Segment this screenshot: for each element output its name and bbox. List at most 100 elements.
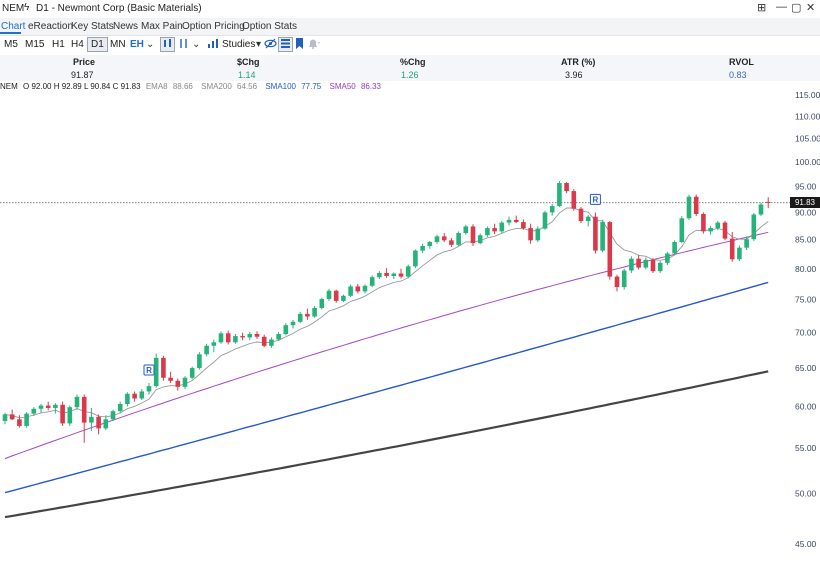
- layout-icon[interactable]: [278, 37, 293, 52]
- candle-body: [672, 242, 677, 254]
- timeframe-h4-button[interactable]: H4: [68, 38, 87, 51]
- candle-body: [434, 236, 440, 243]
- event-marker-label: R: [593, 195, 599, 204]
- candle-body: [74, 396, 80, 408]
- candle-body: [657, 262, 663, 272]
- candle-body: [398, 273, 404, 277]
- pct-chg-value: 1.26: [401, 70, 419, 80]
- candle-body: [362, 285, 368, 292]
- candle-body: [593, 216, 598, 251]
- y-axis-tick-label: 55.00: [795, 443, 817, 453]
- bookmark-icon[interactable]: [295, 38, 304, 51]
- candle-body: [139, 391, 145, 399]
- close-button[interactable]: ✕: [806, 1, 815, 14]
- candle-body: [708, 228, 713, 232]
- candle-body: [312, 307, 317, 317]
- candle-body: [456, 233, 461, 245]
- candle-body: [715, 222, 721, 229]
- extended-hours-button[interactable]: EH: [127, 38, 147, 51]
- rvol-header: RVOL: [729, 57, 754, 67]
- candle-body: [535, 228, 541, 241]
- legend-sma50-value: 86.33: [360, 82, 381, 91]
- candle-body: [326, 290, 332, 299]
- tab-option-stats[interactable]: Option Stats: [242, 21, 297, 32]
- symbol-label[interactable]: NEM: [2, 3, 24, 14]
- rvol-value: 0.83: [729, 70, 747, 80]
- chevron-down-icon[interactable]: ⌄: [146, 38, 154, 51]
- bar-chart-icon[interactable]: [178, 38, 189, 51]
- event-marker-label: R: [146, 366, 152, 375]
- tab-ereaction[interactable]: eReaction: [28, 21, 73, 32]
- candle-body: [449, 240, 454, 245]
- pct-chg-header: %Chg: [400, 57, 426, 67]
- tab-key-stats[interactable]: Key Stats: [71, 21, 114, 32]
- candle-body: [283, 325, 289, 334]
- candle-body: [182, 377, 188, 387]
- alert-icon[interactable]: [307, 38, 320, 51]
- candle-body: [413, 250, 418, 267]
- candle-body: [650, 259, 656, 272]
- tab-chart[interactable]: Chart: [1, 21, 25, 32]
- candle-body: [585, 216, 591, 221]
- candle-body: [629, 258, 634, 271]
- candle-body: [729, 238, 735, 260]
- timeframe-mn-button[interactable]: MN: [107, 38, 129, 51]
- chart-legend: NEM O 92.00 H 92.89 L 90.84 C 91.83 EMA8…: [0, 82, 387, 94]
- atr-header: ATR (%): [561, 57, 596, 67]
- candle-body: [38, 405, 44, 409]
- candle-body: [60, 404, 65, 424]
- candle-body: [297, 313, 303, 322]
- candle-body: [369, 277, 375, 286]
- chg-value: 1.14: [238, 70, 256, 80]
- y-axis-tick-label: 90.00: [795, 207, 817, 217]
- last-price-tag: 91.83: [790, 197, 820, 209]
- y-axis-tick-label: 65.00: [795, 363, 817, 373]
- price-header: Price: [73, 57, 96, 67]
- candle-body: [276, 333, 281, 340]
- candle-body: [348, 286, 353, 296]
- legend-sma100-label: SMA100: [265, 82, 296, 91]
- candle-type-icon[interactable]: [160, 37, 175, 52]
- tab-news[interactable]: News: [113, 21, 138, 32]
- candle-body: [333, 290, 339, 301]
- candle-body: [254, 333, 260, 337]
- timeframe-m15-button[interactable]: M15: [22, 38, 47, 51]
- y-axis-tick-label: 75.00: [795, 295, 817, 305]
- tab-option-pricing[interactable]: Option Pricing: [182, 21, 245, 32]
- sma200-line: [4, 370, 769, 519]
- candle-body: [247, 333, 253, 338]
- candle-body: [261, 336, 267, 346]
- timeframe-d1-button[interactable]: D1: [87, 37, 108, 52]
- price-chart[interactable]: 115.00 110.00 105.00 100.00 95.00 90.00 85.00 8…: [0, 82, 820, 583]
- maximize-button[interactable]: ▢: [791, 1, 801, 14]
- tab-max-pain[interactable]: Max Pain: [141, 21, 183, 32]
- quote-stats-panel: Price $Chg %Chg ATR (%) RVOL 91.87 1.14 …: [0, 55, 820, 81]
- candle-body: [485, 228, 490, 236]
- timeframe-m5-button[interactable]: M5: [1, 38, 21, 51]
- legend-sma200: SMA200 64.56: [201, 82, 260, 91]
- tile-icon[interactable]: ⊞: [757, 1, 766, 14]
- legend-sma50-label: SMA50: [329, 82, 356, 91]
- minimize-button[interactable]: —: [776, 1, 787, 13]
- legend-sma200-value: 64.56: [237, 82, 258, 91]
- y-axis-tick-label: 95.00: [795, 182, 817, 192]
- studies-button[interactable]: Studies: [219, 38, 258, 51]
- candle-body: [744, 239, 749, 248]
- candle-body: [341, 295, 346, 301]
- chevron-down-icon[interactable]: ⌄: [192, 38, 200, 51]
- candle-body: [578, 208, 584, 221]
- candle-body: [737, 247, 742, 260]
- chevron-down-icon[interactable]: ▾: [256, 38, 261, 51]
- y-axis-tick-label: 45.00: [795, 539, 817, 549]
- candle-body: [175, 380, 181, 387]
- timeframe-h1-button[interactable]: H1: [49, 38, 68, 51]
- candle-body: [542, 212, 548, 229]
- tab-bar: Chart eReaction Key Stats News Max Pain …: [0, 18, 820, 36]
- timeframe-label: D1: [36, 3, 49, 14]
- eye-off-icon[interactable]: [264, 38, 277, 51]
- candle-body: [204, 345, 209, 355]
- studies-icon[interactable]: [207, 38, 219, 51]
- candle-body: [305, 313, 310, 317]
- candle-body: [521, 222, 526, 229]
- candle-body: [492, 228, 497, 232]
